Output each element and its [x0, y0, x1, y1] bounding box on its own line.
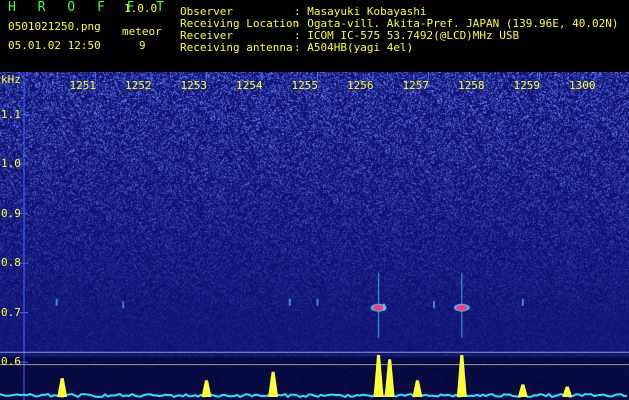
app-version: 1.0.0 — [124, 2, 158, 15]
freq-tick-label: 0.9 — [1, 206, 21, 220]
time-tick-label: 1254 — [236, 79, 263, 92]
amplitude-peak — [373, 355, 384, 397]
freq-tick-label: 0.6 — [1, 355, 21, 369]
time-tick-label: 1258 — [458, 79, 485, 92]
file-name: 0501021250.png — [8, 20, 101, 33]
hroft-window: H R O F F T 1.0.0 0501021250.png meteor … — [0, 0, 629, 400]
meteor-echo — [373, 304, 384, 311]
spectrogram-plot — [0, 72, 629, 400]
meteor-echo-faint — [55, 298, 58, 306]
frequency-unit-label: kHz — [1, 73, 21, 86]
freq-tick-label: 1.0 — [1, 157, 21, 171]
freq-tick-label: 0.8 — [1, 256, 21, 270]
amplitude-peak — [517, 384, 528, 397]
amplitude-baseline — [0, 392, 628, 399]
time-tick-label: 1252 — [125, 79, 152, 92]
info-antenna-value: : A504HB(yagi 4el) — [294, 41, 414, 54]
meteor-echo — [456, 304, 467, 311]
amplitude-peak — [412, 380, 423, 397]
spectrogram-overlay — [0, 72, 629, 400]
meteor-echo-faint — [316, 298, 319, 306]
info-antenna-label: Receiving antenna — [180, 41, 293, 54]
amplitude-peak — [57, 378, 68, 397]
meteor-label: meteor — [122, 25, 162, 38]
amplitude-peak — [456, 355, 467, 397]
amplitude-peak — [562, 386, 573, 397]
freq-tick-label: 1.1 — [1, 107, 21, 121]
time-tick-label: 1256 — [347, 79, 374, 92]
time-tick-label: 1253 — [180, 79, 208, 92]
freq-tick-label: 0.7 — [1, 305, 21, 319]
meteor-echo-faint — [288, 298, 291, 306]
time-tick-label: 1255 — [291, 79, 319, 92]
time-tick-label: 1259 — [513, 79, 541, 92]
meteor-echo-faint — [433, 301, 436, 309]
date-time: 05.01.02 12:50 — [8, 39, 101, 52]
time-tick-label: 1300 — [569, 79, 596, 92]
time-tick-label: 1251 — [69, 79, 97, 92]
meteor-echo-faint — [383, 303, 386, 311]
meteor-count: 9 — [139, 39, 146, 52]
meteor-echo-faint — [521, 298, 524, 306]
amplitude-peak — [268, 371, 279, 397]
meteor-echo-faint — [122, 301, 125, 309]
time-tick-label: 1257 — [402, 79, 430, 92]
amplitude-peak — [201, 380, 212, 397]
